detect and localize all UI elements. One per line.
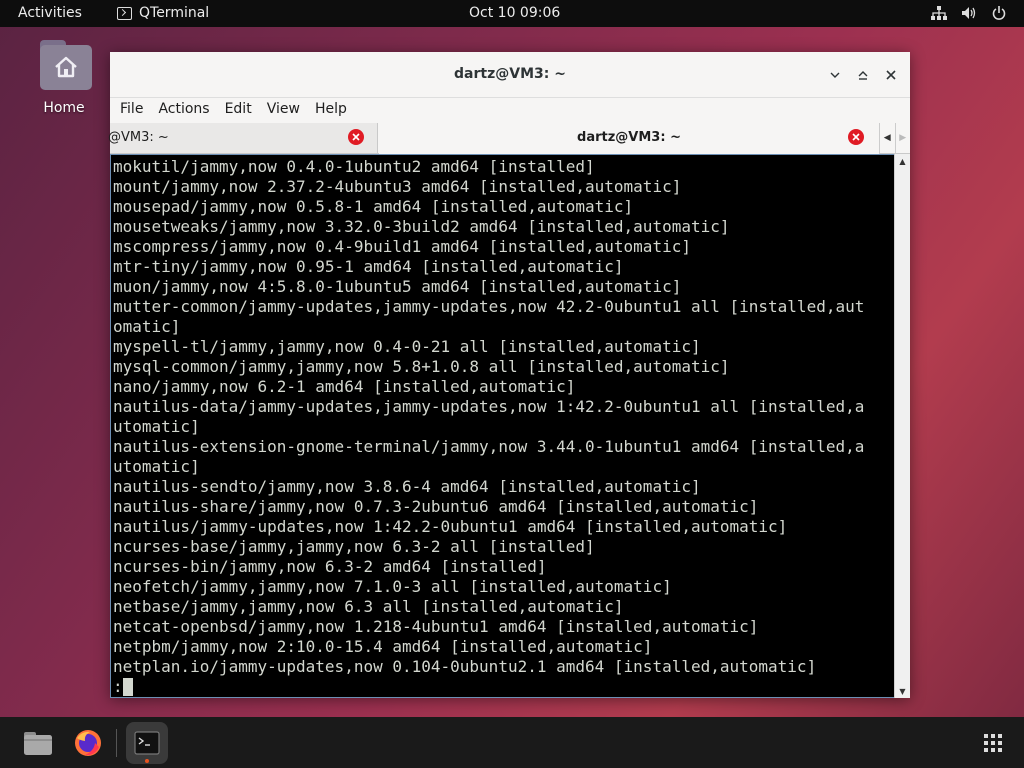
tab-2-label: dartz@VM3: ~ — [577, 130, 681, 145]
terminal-line: nautilus-share/jammy,now 0.7.3-2ubuntu6 … — [113, 497, 759, 516]
terminal-line: netpbm/jammy,now 2:10.0-15.4 amd64 [inst… — [113, 637, 653, 656]
menu-bar: File Actions Edit View Help — [110, 98, 910, 122]
qterminal-icon[interactable] — [126, 722, 168, 764]
terminal-line: utomatic] — [113, 457, 200, 476]
terminal-line: utomatic] — [113, 417, 200, 436]
window-titlebar[interactable]: dartz@VM3: ~ — [110, 52, 910, 98]
power-icon[interactable] — [990, 5, 1008, 21]
terminal-line: mysql-common/jammy,jammy,now 5.8+1.0.8 a… — [113, 357, 730, 376]
terminal-line: mutter-common/jammy-updates,jammy-update… — [113, 297, 865, 316]
terminal-line: mokutil/jammy,now 0.4.0-1ubuntu2 amd64 [… — [113, 157, 595, 176]
scroll-down-icon[interactable]: ▼ — [895, 684, 910, 698]
system-tray[interactable] — [930, 5, 1008, 21]
dock-separator — [116, 729, 117, 757]
tab-1-label: @VM3: ~ — [108, 130, 169, 145]
scrollbar-track[interactable] — [895, 168, 910, 684]
terminal-line: muon/jammy,now 4:5.8.0-1ubuntu5 amd64 [i… — [113, 277, 682, 296]
firefox-icon[interactable] — [67, 722, 109, 764]
menu-file[interactable]: File — [120, 98, 150, 122]
terminal-line: mount/jammy,now 2.37.2-4ubuntu3 amd64 [i… — [113, 177, 682, 196]
top-bar: Activities QTerminal Oct 10 09:06 — [0, 0, 1024, 27]
tab-1[interactable]: @VM3: ~ — [108, 123, 378, 153]
tab-bar: @VM3: ~ dartz@VM3: ~ ◀ ▶ — [108, 122, 910, 154]
scroll-up-icon[interactable]: ▲ — [895, 154, 910, 168]
terminal-line: mousetweaks/jammy,now 3.32.0-3build2 amd… — [113, 217, 730, 236]
terminal-line: netplan.io/jammy-updates,now 0.104-0ubun… — [113, 657, 817, 676]
home-folder-icon — [36, 38, 92, 90]
desktop-home-shortcut[interactable]: Home — [30, 38, 98, 116]
tab-scroll-buttons: ◀ ▶ — [879, 123, 910, 153]
terminal-line: mousepad/jammy,now 0.5.8-1 amd64 [instal… — [113, 197, 634, 216]
menu-edit[interactable]: Edit — [225, 98, 259, 122]
clock[interactable]: Oct 10 09:06 — [469, 5, 560, 21]
show-apps-icon[interactable] — [972, 722, 1014, 764]
app-menu-label: QTerminal — [139, 5, 210, 21]
desktop-home-label: Home — [43, 100, 85, 116]
menu-actions[interactable]: Actions — [158, 98, 216, 122]
terminal-line: myspell-tl/jammy,jammy,now 0.4-0-21 all … — [113, 337, 701, 356]
tab-scroll-left-icon[interactable]: ◀ — [879, 123, 895, 153]
terminal-line: mtr-tiny/jammy,now 0.95-1 amd64 [install… — [113, 257, 624, 276]
terminal-line: netcat-openbsd/jammy,now 1.218-4ubuntu1 … — [113, 617, 759, 636]
tab-scroll-right-icon[interactable]: ▶ — [894, 123, 911, 153]
terminal-line: nautilus-data/jammy-updates,jammy-update… — [113, 397, 865, 416]
terminal-line: neofetch/jammy,jammy,now 7.1.0-3 all [in… — [113, 577, 672, 596]
terminal-window: dartz@VM3: ~ File Actions Edit View Help… — [108, 52, 910, 698]
terminal-line: nautilus-sendto/jammy,now 3.8.6-4 amd64 … — [113, 477, 701, 496]
vertical-scrollbar[interactable]: ▲ ▼ — [894, 154, 910, 698]
volume-icon[interactable] — [960, 5, 978, 21]
window-title: dartz@VM3: ~ — [454, 66, 566, 82]
terminal-output[interactable]: mokutil/jammy,now 0.4.0-1ubuntu2 amd64 [… — [110, 154, 894, 698]
terminal-line: nautilus/jammy-updates,now 1:42.2-0ubunt… — [113, 517, 788, 536]
tab-1-close-icon[interactable] — [348, 129, 364, 145]
terminal-line: nautilus-extension-gnome-terminal/jammy,… — [113, 437, 865, 456]
terminal-line: ncurses-base/jammy,jammy,now 6.3-2 all [… — [113, 537, 595, 556]
activities-button[interactable]: Activities — [18, 5, 82, 21]
terminal-line: ncurses-bin/jammy,now 6.3-2 amd64 [insta… — [113, 557, 547, 576]
terminal-line: mscompress/jammy,now 0.4-9build1 amd64 [… — [113, 237, 691, 256]
terminal-line: nano/jammy,now 6.2-1 amd64 [installed,au… — [113, 377, 576, 396]
files-icon[interactable] — [17, 722, 59, 764]
pager-prompt: : — [113, 677, 123, 696]
close-button[interactable] — [882, 67, 900, 83]
network-icon[interactable] — [930, 5, 948, 21]
menu-help[interactable]: Help — [315, 98, 354, 122]
terminal-icon — [117, 6, 132, 20]
running-indicator — [145, 759, 149, 763]
minimize-button[interactable] — [826, 67, 844, 83]
terminal-line: omatic] — [113, 317, 181, 336]
menu-view[interactable]: View — [267, 98, 307, 122]
tab-2-close-icon[interactable] — [848, 129, 864, 145]
terminal-line: netbase/jammy,jammy,now 6.3 all [install… — [113, 597, 624, 616]
dock — [0, 717, 1024, 768]
text-cursor — [122, 678, 133, 696]
terminal-prompt-line[interactable]: : — [113, 677, 894, 697]
tab-2[interactable]: dartz@VM3: ~ — [379, 123, 879, 154]
app-menu[interactable]: QTerminal — [117, 5, 209, 21]
maximize-button[interactable] — [854, 67, 872, 83]
